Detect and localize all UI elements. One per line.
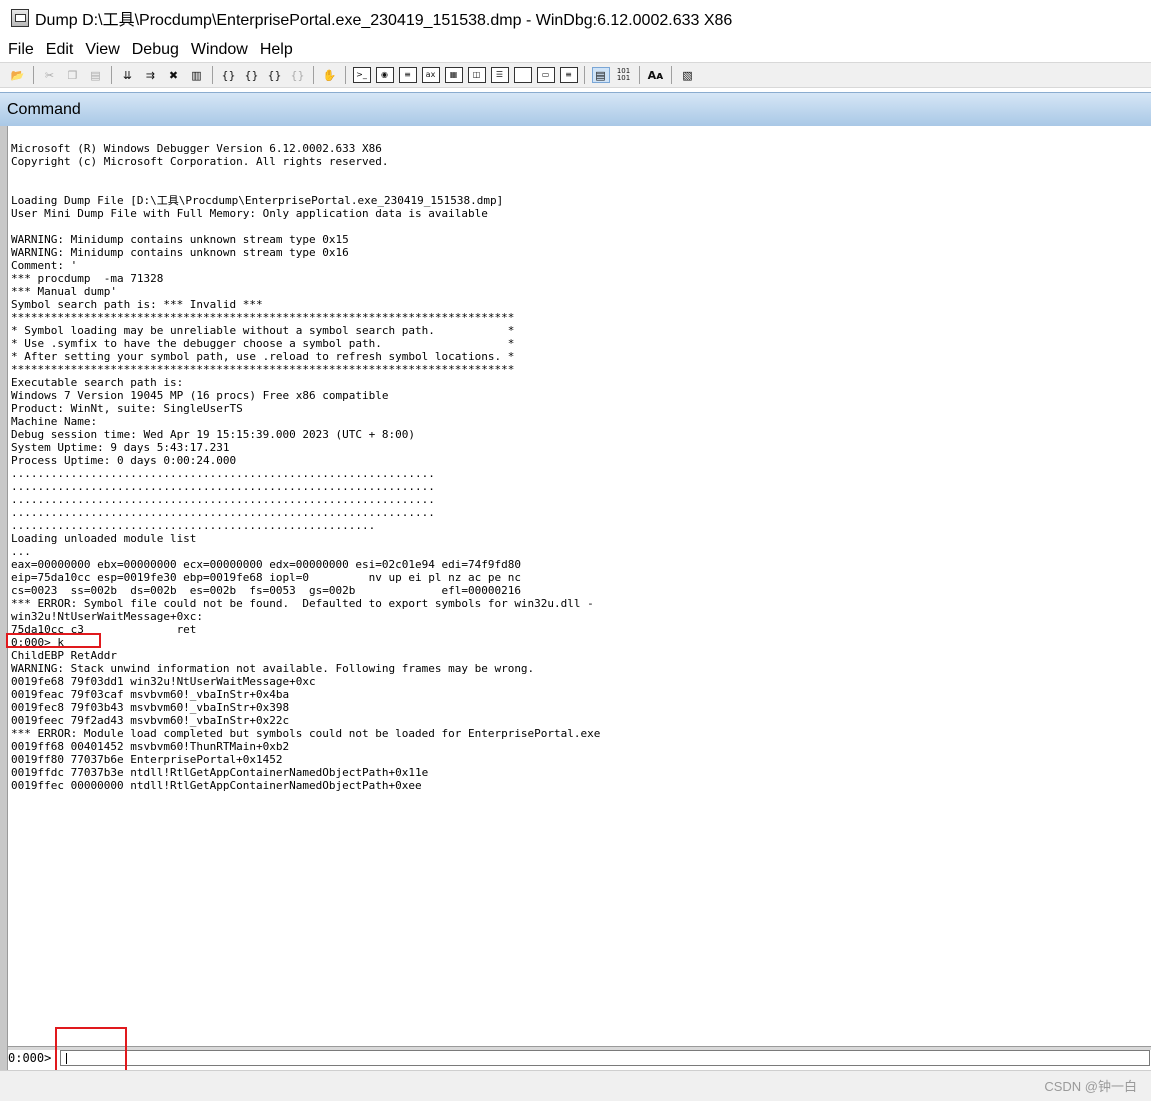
toolbar-separator	[313, 66, 314, 84]
command-output: Microsoft (R) Windows Debugger Version 6…	[11, 142, 601, 792]
windbg-app-icon	[11, 9, 29, 27]
disassembly-icon[interactable]: ☰	[490, 67, 509, 83]
toolbar-separator	[345, 66, 346, 84]
toolbar-separator	[111, 66, 112, 84]
watermark: CSDN @钟一白	[1044, 1079, 1137, 1094]
options-icon[interactable]: ▧	[679, 67, 697, 83]
hand-icon[interactable]: ✋	[321, 67, 339, 83]
menu-view[interactable]: View	[82, 41, 122, 59]
restart-icon[interactable]: ▥	[188, 67, 206, 83]
command-window-titlebar: Command	[0, 92, 1151, 126]
window-title: Dump D:\工具\Procdump\EnterprisePortal.exe…	[35, 12, 733, 29]
cut-icon[interactable]: ✂	[41, 67, 59, 83]
paste-icon[interactable]: ▤	[87, 67, 105, 83]
step-over-icon[interactable]: ⇉	[142, 67, 160, 83]
toolbar-separator	[33, 66, 34, 84]
step-out-icon[interactable]: {}	[243, 67, 261, 83]
processes-icon[interactable]: ▭	[536, 67, 555, 83]
command-prompt: 0:000>	[8, 1051, 52, 1065]
toolbar-separator	[584, 66, 585, 84]
menu-edit[interactable]: Edit	[43, 41, 77, 59]
menu-bar: File Edit View Debug Window Help	[0, 38, 1151, 62]
hex-icon[interactable]: 101 101	[615, 67, 633, 83]
command-input[interactable]	[60, 1050, 1150, 1066]
menu-debug[interactable]: Debug	[129, 41, 182, 59]
title-bar: Dump D:\工具\Procdump\EnterprisePortal.exe…	[0, 0, 1151, 36]
status-strip	[0, 1070, 1151, 1101]
disabled-icon[interactable]: {}	[289, 67, 307, 83]
menu-help[interactable]: Help	[257, 41, 296, 59]
menu-file[interactable]: File	[5, 41, 37, 59]
font-icon[interactable]: Aᴀ	[647, 67, 665, 83]
step-into-icon[interactable]: ⇊	[119, 67, 137, 83]
window-frame-left	[0, 126, 8, 1076]
command-window-icon[interactable]: >_	[352, 67, 371, 83]
go-icon[interactable]: {}	[220, 67, 238, 83]
toolbar: 📂 ✂ ❐ ▤ ⇊ ⇉ ✖ ▥ {} {} {} {} ✋ >_ ◉ ≡ ax …	[0, 62, 1151, 88]
source-toggle-icon[interactable]: ▤	[591, 67, 610, 83]
run-to-cursor-icon[interactable]: {}	[266, 67, 284, 83]
memory-icon[interactable]: ▦	[444, 67, 463, 83]
toolbar-separator	[639, 66, 640, 84]
toolbar-separator	[212, 66, 213, 84]
call-stack-icon[interactable]: ◫	[467, 67, 486, 83]
menu-window[interactable]: Window	[188, 41, 251, 59]
locals-icon[interactable]: ≡	[398, 67, 417, 83]
watch-icon[interactable]: ◉	[375, 67, 394, 83]
copy-icon[interactable]: ❐	[64, 67, 82, 83]
highlight-k-command	[6, 633, 101, 648]
registers-icon[interactable]: ax	[421, 67, 440, 83]
toolbar-separator	[671, 66, 672, 84]
break-icon[interactable]: ✖	[165, 67, 183, 83]
open-icon[interactable]: 📂	[9, 67, 27, 83]
scratch-pad-icon[interactable]	[513, 67, 532, 83]
source-mode-icon[interactable]: ≡	[559, 67, 578, 83]
command-window-title: Command	[7, 101, 81, 118]
